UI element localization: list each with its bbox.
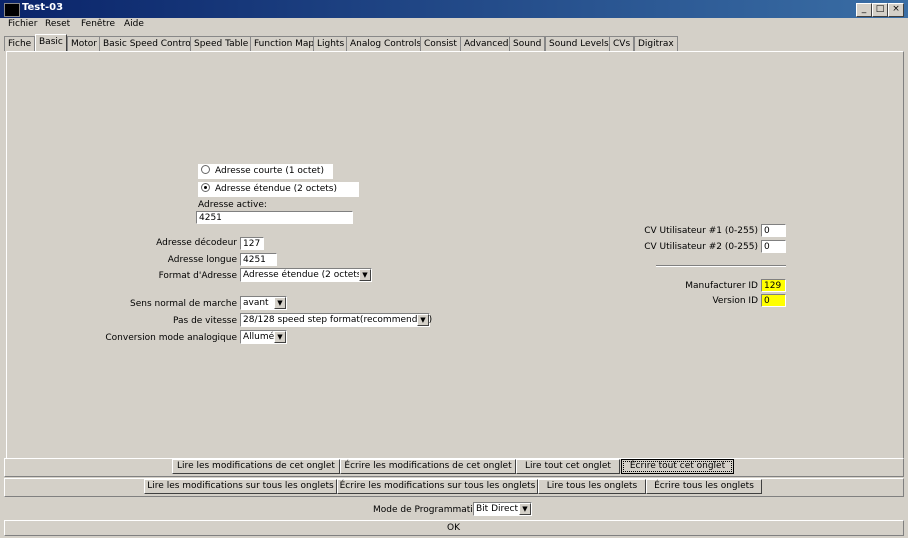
radio-short-icon xyxy=(201,165,210,174)
long-address-label: Adresse longue xyxy=(167,255,237,265)
window-title: Test-03 xyxy=(22,2,64,13)
cv-user2-field[interactable]: 0 xyxy=(761,240,786,253)
write-all-tab-button[interactable]: Écrire tout cet onglet xyxy=(621,459,734,474)
tab-sound[interactable]: Sound xyxy=(509,36,546,51)
chevron-down-icon: ▼ xyxy=(274,331,286,343)
programming-mode-select[interactable]: Bit Direct ▼ xyxy=(473,502,532,516)
long-address-field[interactable]: 4251 xyxy=(240,253,277,266)
chevron-down-icon: ▼ xyxy=(417,314,429,326)
tab-fiche[interactable]: Fiche xyxy=(4,36,36,51)
tab-basic[interactable]: Basic xyxy=(35,34,67,51)
write-changes-tab-button[interactable]: Écrire les modifications de cet onglet xyxy=(340,459,516,474)
programming-mode-label: Mode de Programmation xyxy=(373,505,484,515)
tab-sound-levels[interactable]: Sound Levels xyxy=(545,36,613,51)
minimize-button[interactable]: _ xyxy=(856,3,872,17)
version-id-label: Version ID xyxy=(712,296,758,306)
cv-user1-label: CV Utilisateur #1 (0-255) xyxy=(644,226,758,236)
read-changes-tab-button[interactable]: Lire les modifications de cet onglet xyxy=(172,459,340,474)
active-address-label: Adresse active: xyxy=(198,200,267,210)
chevron-down-icon: ▼ xyxy=(519,503,531,515)
address-format-select[interactable]: Adresse étendue (2 octets) ▼ xyxy=(240,268,372,282)
analog-conversion-value: Allumé xyxy=(243,332,275,342)
maximize-button[interactable]: □ xyxy=(872,3,888,17)
active-address-field[interactable]: 4251 xyxy=(196,211,353,224)
radio-short-label: Adresse courte (1 octet) xyxy=(215,166,324,176)
tab-lights[interactable]: Lights xyxy=(313,36,349,51)
menu-fichier[interactable]: Fichier xyxy=(8,19,37,29)
tab-speed-table[interactable]: Speed Table xyxy=(190,36,253,51)
menu-aide[interactable]: Aide xyxy=(124,19,144,29)
speed-steps-label: Pas de vitesse xyxy=(172,316,237,326)
read-changes-all-button[interactable]: Lire les modifications sur tous les ongl… xyxy=(144,479,337,494)
read-all-tab-button[interactable]: Lire tout cet onglet xyxy=(516,459,620,474)
read-all-button[interactable]: Lire tous les onglets xyxy=(538,479,646,494)
menu-fenetre[interactable]: Fenêtre xyxy=(81,19,115,29)
speed-steps-select[interactable]: 28/128 speed step format(recommended) ▼ xyxy=(240,313,433,327)
direction-value: avant xyxy=(243,298,269,308)
radio-long-address[interactable]: Adresse étendue (2 octets) xyxy=(198,182,359,197)
chevron-down-icon: ▼ xyxy=(274,297,286,309)
radio-long-label: Adresse étendue (2 octets) xyxy=(215,184,337,194)
tab-consist[interactable]: Consist xyxy=(420,36,461,51)
version-id-field[interactable]: 0 xyxy=(761,294,786,307)
programming-mode-value: Bit Direct xyxy=(476,504,519,514)
tab-digitrax[interactable]: Digitrax xyxy=(634,36,678,51)
title-bar: Test-03 _ □ × xyxy=(0,0,908,18)
write-changes-all-button[interactable]: Écrire les modifications sur tous les on… xyxy=(337,479,538,494)
decoder-address-field[interactable]: 127 xyxy=(240,237,264,250)
tab-function-map[interactable]: Function Map xyxy=(250,36,319,51)
speed-steps-value: 28/128 speed step format(recommended) xyxy=(243,315,433,325)
app-icon xyxy=(4,3,20,17)
address-format-label: Format d'Adresse xyxy=(158,271,237,281)
menu-bar: Fichier Reset Fenêtre Aide xyxy=(0,18,908,33)
manufacturer-id-field[interactable]: 129 xyxy=(761,279,786,292)
manufacturer-id-label: Manufacturer ID xyxy=(685,281,758,291)
tab-basic-speed-control[interactable]: Basic Speed Control xyxy=(99,36,198,51)
analog-conversion-label: Conversion mode analogique xyxy=(105,333,237,343)
menu-reset[interactable]: Reset xyxy=(45,19,70,29)
close-button[interactable]: × xyxy=(888,3,904,17)
cv-user1-field[interactable]: 0 xyxy=(761,224,786,237)
divider xyxy=(656,265,786,267)
tab-analog-controls[interactable]: Analog Controls xyxy=(346,36,426,51)
chevron-down-icon: ▼ xyxy=(359,269,371,281)
radio-long-icon xyxy=(201,183,210,192)
decoder-address-label: Adresse décodeur xyxy=(156,238,237,248)
direction-label: Sens normal de marche xyxy=(130,299,237,309)
write-all-button[interactable]: Écrire tous les onglets xyxy=(646,479,762,494)
tab-motor[interactable]: Motor xyxy=(67,36,102,51)
address-format-value: Adresse étendue (2 octets) xyxy=(243,270,365,280)
direction-select[interactable]: avant ▼ xyxy=(240,296,287,310)
tab-cvs[interactable]: CVs xyxy=(609,36,635,51)
status-text: OK xyxy=(447,523,460,533)
radio-short-address[interactable]: Adresse courte (1 octet) xyxy=(198,164,333,179)
tab-advanced[interactable]: Advanced xyxy=(460,36,513,51)
cv-user2-label: CV Utilisateur #2 (0-255) xyxy=(644,242,758,252)
analog-conversion-select[interactable]: Allumé ▼ xyxy=(240,330,287,344)
